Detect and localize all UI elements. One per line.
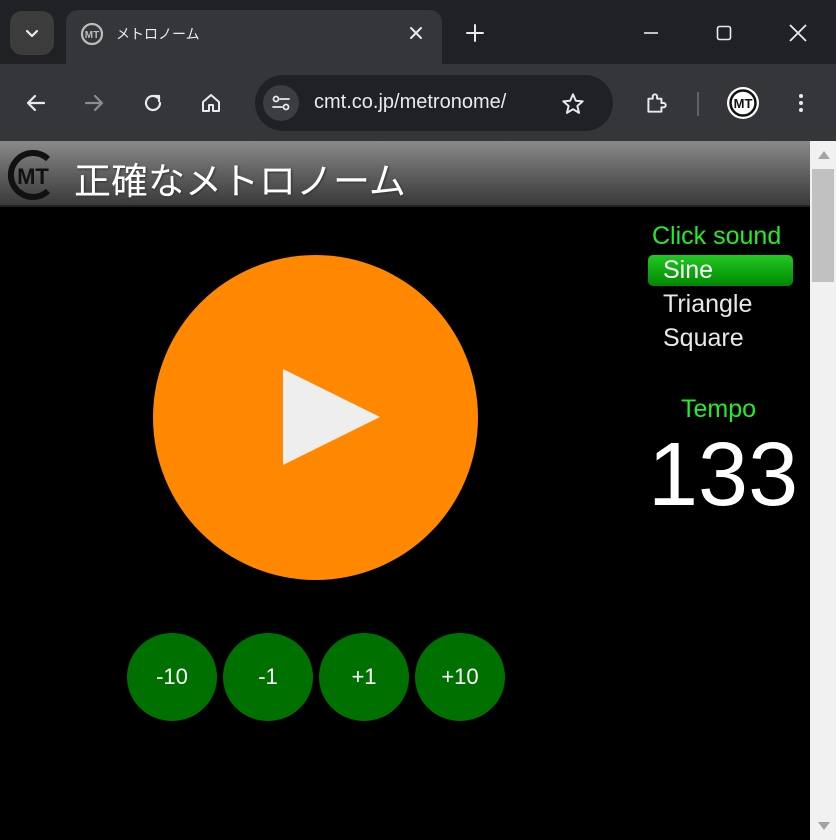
toolbar-divider bbox=[697, 92, 699, 116]
browser-toolbar: cmt.co.jp/metronome/ MT bbox=[0, 64, 836, 141]
reload-icon bbox=[144, 94, 162, 112]
tempo-plus-1-button[interactable]: +1 bbox=[319, 633, 409, 721]
new-tab-button[interactable] bbox=[461, 19, 489, 47]
reload-button[interactable] bbox=[137, 87, 169, 119]
site-info-button[interactable] bbox=[263, 85, 299, 121]
svg-text:MT: MT bbox=[17, 164, 49, 189]
tab-title: メトロノーム bbox=[116, 26, 200, 42]
chevron-down-icon bbox=[25, 29, 39, 38]
menu-button[interactable] bbox=[785, 87, 817, 119]
minimize-icon bbox=[644, 32, 658, 34]
more-vert-icon bbox=[799, 94, 803, 112]
browser-tabstrip: MT メトロノーム bbox=[0, 0, 836, 66]
play-icon bbox=[283, 369, 380, 465]
tempo-heading: Tempo bbox=[681, 395, 757, 423]
click-sound-heading: Click sound bbox=[652, 222, 782, 250]
svg-text:MT: MT bbox=[734, 96, 753, 111]
puzzle-icon bbox=[647, 93, 667, 113]
close-icon bbox=[410, 27, 422, 39]
page-scrollbar[interactable] bbox=[810, 141, 836, 840]
profile-avatar[interactable]: MT bbox=[726, 86, 760, 120]
maximize-button[interactable] bbox=[710, 19, 738, 47]
bookmark-button[interactable] bbox=[557, 88, 589, 120]
sound-option-sine[interactable]: Sine bbox=[648, 255, 793, 286]
site-favicon-icon: MT bbox=[80, 22, 104, 46]
star-icon bbox=[562, 93, 584, 114]
sound-option-square[interactable]: Square bbox=[648, 323, 793, 354]
forward-button[interactable] bbox=[78, 87, 110, 119]
home-button[interactable] bbox=[195, 87, 227, 119]
maximize-icon bbox=[716, 25, 732, 41]
arrow-right-icon bbox=[84, 94, 104, 112]
play-button[interactable] bbox=[153, 255, 478, 580]
site-logo: MT bbox=[7, 150, 51, 200]
tab-search-button[interactable] bbox=[10, 11, 54, 55]
address-bar[interactable]: cmt.co.jp/metronome/ bbox=[255, 75, 613, 131]
window-close-button[interactable] bbox=[784, 19, 812, 47]
close-icon bbox=[789, 24, 807, 42]
site-header: MT 正確なメトロノーム bbox=[0, 141, 810, 207]
tempo-value: 133 bbox=[648, 425, 799, 525]
home-icon bbox=[202, 94, 220, 112]
tempo-plus-10-button[interactable]: +10 bbox=[415, 633, 505, 721]
active-tab[interactable]: MT メトロノーム bbox=[66, 10, 442, 66]
tempo-minus-1-button[interactable]: -1 bbox=[223, 633, 313, 721]
tab-close-button[interactable] bbox=[404, 21, 428, 45]
page-title: 正確なメトロノーム bbox=[74, 161, 406, 202]
sound-option-triangle[interactable]: Triangle bbox=[648, 289, 793, 320]
extensions-button[interactable] bbox=[640, 87, 672, 119]
page-viewport: MT 正確なメトロノーム -10 -1 +1 +10 Click sound S… bbox=[0, 141, 810, 840]
scroll-up-arrow-icon[interactable] bbox=[818, 151, 830, 159]
minimize-button[interactable] bbox=[637, 19, 665, 47]
tempo-minus-10-button[interactable]: -10 bbox=[127, 633, 217, 721]
plus-icon bbox=[466, 24, 484, 42]
url-text[interactable]: cmt.co.jp/metronome/ bbox=[314, 91, 506, 114]
back-button[interactable] bbox=[20, 87, 52, 119]
svg-text:MT: MT bbox=[85, 30, 99, 41]
tune-icon bbox=[272, 95, 290, 111]
scroll-thumb[interactable] bbox=[812, 169, 834, 282]
scroll-down-arrow-icon[interactable] bbox=[818, 822, 830, 830]
arrow-left-icon bbox=[26, 94, 46, 112]
